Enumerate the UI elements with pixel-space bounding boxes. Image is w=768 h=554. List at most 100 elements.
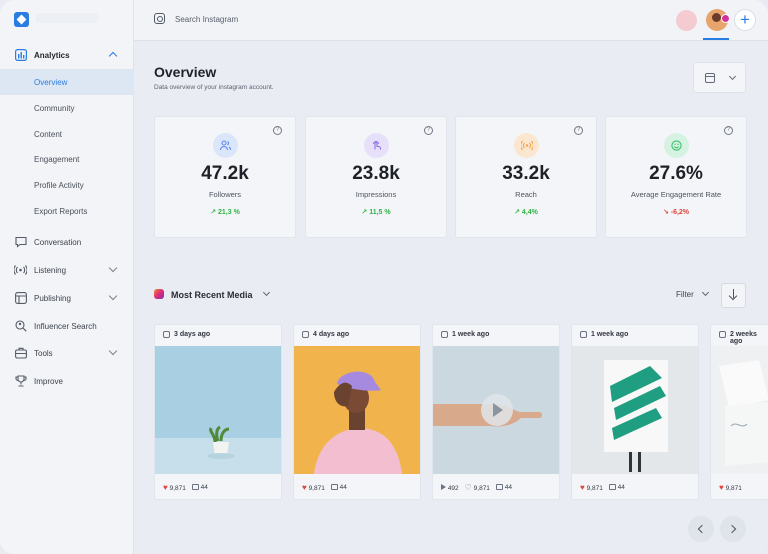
- media-card[interactable]: 2 weeks ago ♥ 9,871: [710, 324, 768, 500]
- heart-icon: ♥: [302, 483, 307, 492]
- sidebar-subitem-export-reports[interactable]: Export Reports: [0, 198, 134, 224]
- sidebar-item-label: Publishing: [34, 293, 71, 303]
- comment-count: 44: [339, 484, 347, 491]
- stat-change-value: 21,3 %: [218, 209, 240, 216]
- post-type-icon: [163, 331, 170, 338]
- media-card[interactable]: 4 days ago ♥ 9,871 44: [293, 324, 421, 500]
- top-bar: Search Instagram +: [134, 0, 768, 41]
- help-icon[interactable]: ?: [724, 126, 733, 135]
- comment-icon: [608, 484, 616, 491]
- stat-card-reach: ? 33.2k Reach ↗ 4,4%: [455, 116, 597, 238]
- comment-icon: [330, 484, 338, 491]
- smile-icon: [664, 133, 689, 158]
- sidebar-item-listening[interactable]: Listening: [0, 258, 134, 282]
- plant-image: [207, 425, 235, 459]
- sidebar-item-tools[interactable]: Tools: [0, 341, 134, 365]
- next-page-button[interactable]: [720, 516, 746, 542]
- sidebar-subitem-community[interactable]: Community: [0, 95, 134, 121]
- like-count: 9,871: [169, 485, 186, 492]
- post-type-icon: [580, 331, 587, 338]
- media-card[interactable]: 1 week ago ♥ 9,871 44: [571, 324, 699, 500]
- post-time: 1 week ago: [591, 331, 629, 338]
- media-card[interactable]: 1 week ago 492 ♡ 9,871 44: [432, 324, 560, 500]
- media-thumbnail[interactable]: [572, 346, 698, 474]
- filter-button[interactable]: Filter: [676, 290, 694, 299]
- date-picker-button[interactable]: [693, 62, 746, 93]
- toolbox-icon: [14, 347, 27, 360]
- logo-icon[interactable]: [14, 12, 29, 27]
- media-thumbnail[interactable]: [711, 346, 768, 474]
- broadcast-icon: [14, 264, 27, 277]
- download-button[interactable]: [721, 283, 746, 308]
- media-stats: 492 ♡ 9,871 44: [441, 483, 512, 492]
- sidebar-subitem-content[interactable]: Content: [0, 121, 134, 147]
- stat-value: 33.2k: [502, 163, 550, 184]
- page-title: Overview: [154, 64, 217, 80]
- sidebar-subitem-overview[interactable]: Overview: [0, 69, 134, 95]
- media-stats: ♥ 9,871 44: [302, 483, 347, 492]
- users-icon: [213, 133, 238, 158]
- sidebar-item-analytics[interactable]: Analytics: [0, 43, 134, 67]
- stat-change-value: 11,5 %: [369, 209, 391, 216]
- post-time: 1 week ago: [452, 331, 490, 338]
- help-icon[interactable]: ?: [574, 126, 583, 135]
- calendar-icon: [705, 73, 715, 83]
- heart-outline-icon: ♡: [464, 483, 472, 492]
- chevron-down-icon: [728, 72, 737, 81]
- heart-icon: ♥: [163, 483, 168, 492]
- stat-change: ↘ -6,2%: [662, 209, 690, 216]
- poster-image: [604, 360, 668, 472]
- post-time: 3 days ago: [174, 331, 211, 338]
- stat-value: 27.6%: [649, 163, 703, 184]
- media-card[interactable]: 3 days ago ♥ 9,871 44: [154, 324, 282, 500]
- heart-icon: ♥: [719, 483, 724, 492]
- stat-change-value: 4,4%: [521, 209, 538, 216]
- stat-change-value: -6,2%: [670, 209, 690, 216]
- sidebar-item-label: Influencer Search: [34, 321, 97, 331]
- media-stats: ♥ 9,871 44: [163, 483, 208, 492]
- help-icon[interactable]: ?: [273, 126, 282, 135]
- chevron-up-icon: [108, 51, 118, 61]
- previous-page-button[interactable]: [688, 516, 714, 542]
- like-count: 9,871: [725, 485, 742, 492]
- stat-label: Average Engagement Rate: [630, 190, 722, 199]
- post-type-icon: [302, 331, 309, 338]
- bar-chart-icon: [14, 49, 27, 62]
- sidebar-subitem-engagement[interactable]: Engagement: [0, 146, 134, 172]
- sidebar-item-label: Conversation: [34, 237, 82, 247]
- sidebar-subitem-profile-activity[interactable]: Profile Activity: [0, 172, 134, 198]
- add-account-button[interactable]: +: [734, 9, 756, 31]
- sidebar-item-publishing[interactable]: Publishing: [0, 286, 134, 310]
- search-person-icon: [14, 320, 27, 333]
- stat-card-engagement-rate: ? 27.6% Average Engagement Rate ↘ -6,2%: [605, 116, 747, 238]
- instagram-icon: [154, 13, 165, 24]
- sidebar: Analytics Overview Community Content Eng…: [0, 0, 134, 554]
- person-image: [314, 371, 402, 474]
- stat-label: Impressions: [355, 190, 397, 199]
- hand-image: [433, 394, 542, 427]
- sidebar-subitem-label: Export Reports: [34, 206, 88, 216]
- media-thumbnail[interactable]: [155, 346, 281, 474]
- media-stats: ♥ 9,871: [719, 483, 742, 492]
- instagram-icon: [154, 289, 164, 299]
- selected-indicator: [703, 38, 729, 40]
- comment-icon: [495, 484, 503, 491]
- sidebar-item-influencer-search[interactable]: Influencer Search: [0, 314, 134, 338]
- sidebar-item-label: Listening: [34, 265, 67, 275]
- chevron-down-icon[interactable]: [262, 288, 271, 297]
- chevron-down-icon[interactable]: [701, 288, 710, 297]
- media-thumbnail[interactable]: [433, 346, 559, 474]
- sidebar-item-improve[interactable]: Improve: [0, 369, 134, 393]
- stat-label: Reach: [515, 190, 537, 199]
- sidebar-item-conversation[interactable]: Conversation: [0, 230, 134, 254]
- stat-card-followers: ? 47.2k Followers ↗ 21,3 %: [154, 116, 296, 238]
- media-thumbnail[interactable]: [294, 346, 420, 474]
- stat-value: 47.2k: [201, 163, 249, 184]
- account-avatar[interactable]: [676, 10, 697, 31]
- chevron-down-icon: [108, 346, 118, 356]
- media-section-title[interactable]: Most Recent Media: [171, 290, 253, 300]
- stat-change: ↗ 4,4%: [514, 209, 538, 216]
- search-input[interactable]: Search Instagram: [175, 15, 238, 24]
- help-icon[interactable]: ?: [424, 126, 433, 135]
- sidebar-subitem-label: Profile Activity: [34, 180, 84, 190]
